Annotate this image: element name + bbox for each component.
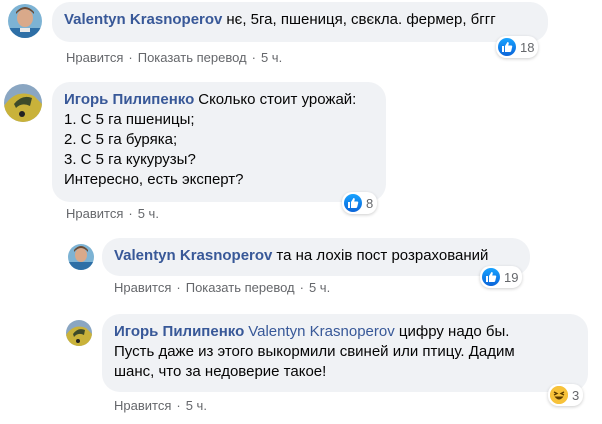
comment-line: Интересно, есть эксперт? [64, 171, 244, 188]
comment-1: Valentyn Krasnoperov нє, 5га, пшениця, св… [0, 0, 602, 72]
comment-author[interactable]: Игорь Пилипенко [64, 91, 194, 108]
timestamp[interactable]: 5 ч. [186, 398, 207, 413]
haha-reaction-icon [550, 386, 568, 404]
like-link[interactable]: Нравится [66, 50, 123, 65]
reaction-count-number: 3 [572, 387, 580, 403]
comment-line: шанс, что за недоверие такое! [114, 363, 327, 380]
avatar[interactable] [8, 4, 42, 38]
comment-actions: Нравится · Показать перевод · 5 ч. [66, 50, 282, 65]
reply-2: Игорь Пилипенко Valentyn Krasnoperov цифр… [0, 310, 602, 424]
reaction-count[interactable]: 8 [342, 192, 378, 214]
like-link[interactable]: Нравится [66, 206, 123, 221]
timestamp[interactable]: 5 ч. [309, 280, 330, 295]
comment-2: Игорь Пилипенко Сколько стоит урожай: 1. … [0, 78, 602, 228]
comment-line: Пусть даже из этого выкормили свиней или… [114, 343, 515, 360]
like-reaction-icon [498, 38, 516, 56]
reaction-count[interactable]: 19 [480, 266, 523, 288]
comment-actions: Нравится · 5 ч. [114, 398, 207, 413]
comment-line: 3. С 5 га кукурузы? [64, 151, 196, 168]
separator-dot: · [299, 280, 304, 295]
comment-line: цифру надо бы. [398, 323, 510, 340]
like-link[interactable]: Нравится [114, 398, 171, 413]
reaction-count-number: 18 [520, 39, 535, 55]
timestamp[interactable]: 5 ч. [261, 50, 282, 65]
timestamp[interactable]: 5 ч. [138, 206, 159, 221]
comment-line: Сколько стоит урожай: [198, 91, 357, 108]
comment-bubble: Игорь Пилипенко Сколько стоит урожай: 1. … [52, 82, 386, 202]
comment-text: нє, 5га, пшениця, свєкла. фермер, бггг [226, 11, 496, 28]
separator-dot: · [128, 50, 133, 65]
separator-dot: · [128, 206, 133, 221]
avatar[interactable] [4, 84, 42, 122]
avatar-photo-icon [4, 84, 42, 122]
comment-bubble: Игорь Пилипенко Valentyn Krasnoperov цифр… [102, 314, 588, 392]
reply-1: Valentyn Krasnoperov та на лохів пост роз… [0, 234, 602, 302]
comment-author[interactable]: Игорь Пилипенко [114, 323, 244, 340]
comment-line: 1. С 5 га пшеницы; [64, 111, 195, 128]
separator-dot: · [176, 280, 181, 295]
avatar[interactable] [66, 320, 92, 346]
like-link[interactable]: Нравится [114, 280, 171, 295]
comment-actions: Нравится · 5 ч. [66, 206, 159, 221]
comment-actions: Нравится · Показать перевод · 5 ч. [114, 280, 330, 295]
reaction-count-number: 8 [366, 195, 374, 211]
like-reaction-icon [482, 268, 500, 286]
avatar-photo-icon [68, 244, 94, 270]
comment-bubble: Valentyn Krasnoperov нє, 5га, пшениця, св… [52, 2, 548, 42]
reaction-count-number: 19 [504, 269, 519, 285]
comment-author[interactable]: Valentyn Krasnoperov [64, 11, 222, 28]
reaction-count[interactable]: 18 [496, 36, 539, 58]
show-translation-link[interactable]: Показать перевод [186, 280, 295, 295]
like-reaction-icon [344, 194, 362, 212]
show-translation-link[interactable]: Показать перевод [138, 50, 247, 65]
comment-text: та на лохів пост розрахований [276, 247, 489, 264]
separator-dot: · [251, 50, 256, 65]
avatar-photo-icon [66, 320, 92, 346]
comment-author[interactable]: Valentyn Krasnoperov [114, 247, 272, 264]
avatar-photo-icon [8, 4, 42, 38]
comment-bubble: Valentyn Krasnoperov та на лохів пост роз… [102, 238, 530, 276]
avatar[interactable] [68, 244, 94, 270]
reaction-count[interactable]: 3 [548, 384, 584, 406]
mention-link[interactable]: Valentyn Krasnoperov [248, 323, 394, 340]
comment-line: 2. С 5 га буряка; [64, 131, 178, 148]
separator-dot: · [176, 398, 181, 413]
